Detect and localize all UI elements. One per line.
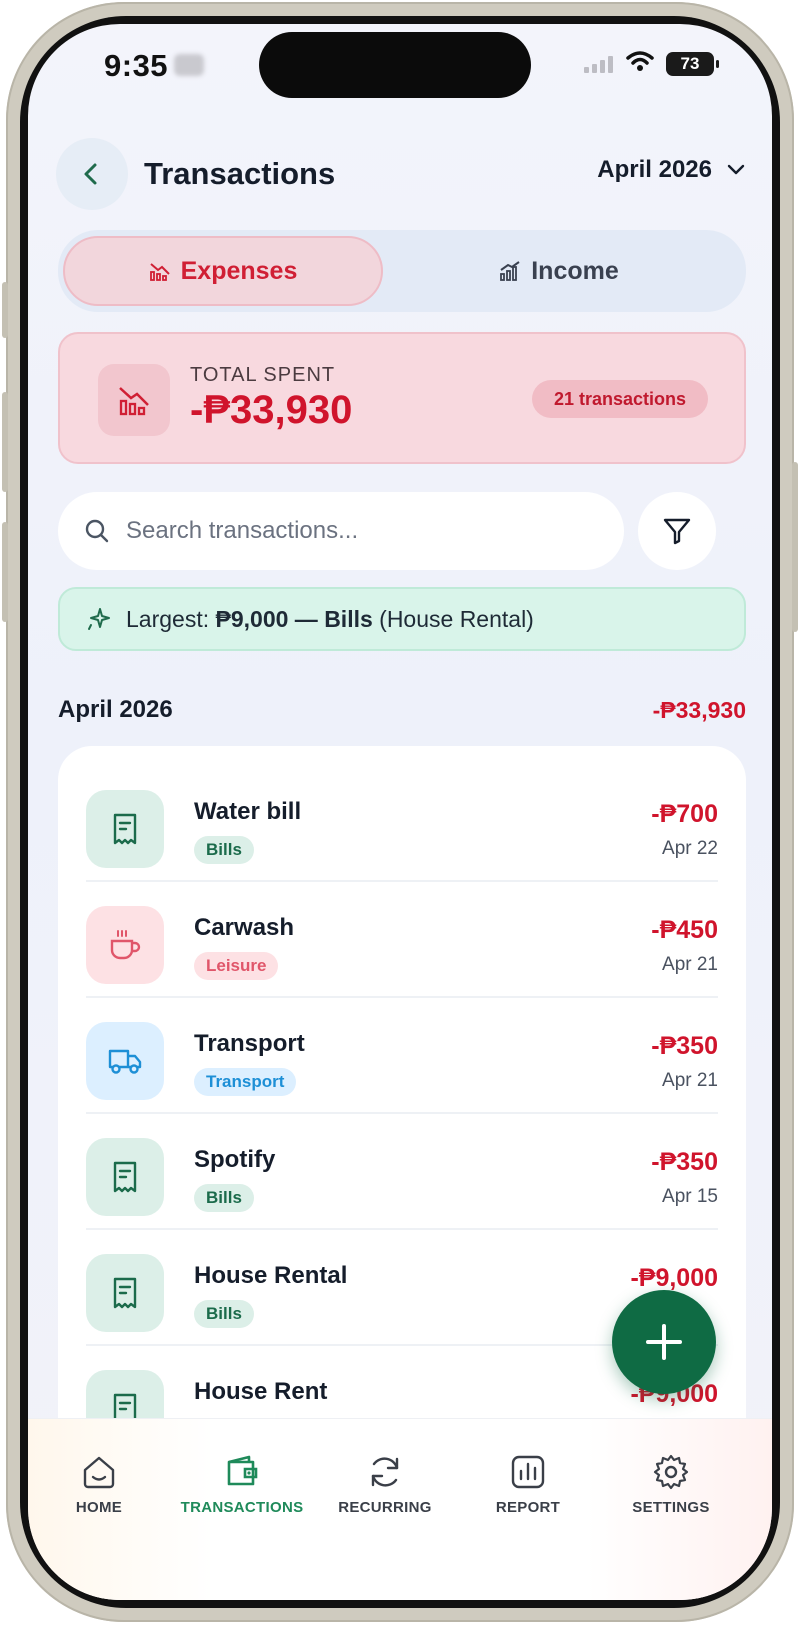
transaction-name: Carwash [194, 914, 295, 941]
nav-recurring[interactable]: RECURRING [325, 1453, 445, 1516]
dynamic-island [259, 32, 531, 98]
transaction-count-badge: 21 transactions [531, 380, 708, 418]
search-icon [85, 519, 109, 543]
tab-expenses[interactable]: Expenses [63, 236, 383, 306]
expense-chart-icon [98, 364, 170, 436]
nav-transactions-label: TRANSACTIONS [180, 1499, 304, 1516]
home-icon [83, 1456, 115, 1489]
largest-amount: ₱9,000 [215, 605, 289, 632]
largest-category: Bills [324, 605, 373, 632]
bottom-tab-bar: HOME TRANSACTIONS RECURRING REPORT SETTI… [28, 1418, 772, 1600]
transaction-name: Water bill [194, 798, 302, 825]
category-badge: Transport [194, 1068, 297, 1096]
page-title: Transactions [144, 156, 336, 191]
transaction-name: House Rental [194, 1262, 348, 1289]
transaction-name: House Rent [194, 1378, 328, 1405]
category-badge: Bills [194, 836, 254, 864]
transaction-name: Transport [194, 1030, 305, 1057]
section-month-label: April 2026 [58, 696, 173, 723]
section-month-total: -₱33,930 [652, 696, 746, 723]
wifi-icon [626, 50, 654, 77]
plus-icon [646, 1324, 682, 1360]
status-indicators: 73 [584, 50, 719, 77]
volume-up-button [2, 392, 8, 492]
nav-home-label: HOME [75, 1499, 123, 1516]
transaction-date: Apr 21 [662, 1070, 718, 1091]
nav-home[interactable]: HOME [39, 1453, 159, 1516]
refresh-icon [371, 1457, 399, 1487]
receipt-icon [86, 790, 164, 868]
search-bar [58, 492, 624, 570]
filter-button[interactable] [638, 492, 716, 570]
coffee-icon [86, 906, 164, 984]
largest-detail: (House Rental) [379, 605, 534, 632]
month-section-header: April 2026 -₱33,930 [58, 696, 746, 724]
category-badge: Bills [194, 1300, 254, 1328]
transaction-amount: -₱9,000 [630, 1264, 718, 1292]
receipt-icon [86, 1254, 164, 1332]
largest-expense-text: Largest: ₱9,000 — Bills (House Rental) [126, 606, 534, 633]
category-badge: Bills [194, 1184, 254, 1212]
type-segmented-control: Expenses Income [58, 230, 746, 312]
category-badge: Leisure [194, 952, 279, 980]
bar-chart-icon [511, 1455, 545, 1489]
total-spent-label: TOTAL SPENT [190, 364, 336, 386]
transaction-date: Apr 21 [662, 954, 718, 975]
transaction-amount: -₱350 [651, 1148, 718, 1176]
transaction-amount: -₱350 [651, 1032, 718, 1060]
chevron-left-icon [84, 163, 97, 185]
sparkle-icon [88, 608, 110, 630]
mute-switch [2, 282, 8, 338]
battery-icon: 73 [666, 51, 719, 76]
total-spent-card: TOTAL SPENT -₱33,930 21 transactions [58, 332, 746, 464]
trending-down-bars-icon [149, 263, 170, 281]
month-selector[interactable]: April 2026 [597, 156, 746, 184]
transaction-row[interactable]: Transport Transport -₱350 Apr 21 [86, 998, 718, 1114]
app-screen: 9:35 73 Transactions April 2026 Expenses… [28, 24, 772, 1600]
transaction-name: Spotify [194, 1146, 276, 1173]
gear-icon [653, 1454, 689, 1490]
add-transaction-button[interactable] [612, 1290, 716, 1394]
trending-up-bars-icon [500, 261, 520, 281]
nav-settings-label: SETTINGS [632, 1499, 710, 1516]
volume-down-button [2, 522, 8, 622]
transaction-row[interactable]: Water bill Bills -₱700 Apr 22 [86, 766, 718, 882]
month-selector-label: April 2026 [597, 156, 712, 183]
transaction-date: Apr 22 [662, 838, 718, 859]
tab-expenses-label: Expenses [180, 256, 298, 285]
status-notification-icon [174, 54, 204, 76]
page-header: Transactions April 2026 [56, 138, 746, 210]
largest-expense-banner: Largest: ₱9,000 — Bills (House Rental) [58, 587, 746, 651]
largest-separator: — [294, 605, 318, 632]
power-button [792, 462, 798, 632]
receipt-icon [86, 1138, 164, 1216]
nav-report-label: REPORT [495, 1499, 561, 1516]
search-input[interactable] [126, 517, 586, 545]
nav-report[interactable]: REPORT [468, 1453, 588, 1516]
transaction-amount: -₱700 [651, 800, 718, 828]
largest-prefix: Largest: [126, 605, 210, 632]
wallet-icon [227, 1455, 258, 1486]
transaction-row[interactable]: Spotify Bills -₱350 Apr 15 [86, 1114, 718, 1230]
nav-recurring-label: RECURRING [338, 1499, 432, 1516]
cellular-signal-icon [584, 55, 614, 73]
chevron-down-icon [727, 164, 745, 175]
transaction-row[interactable]: Carwash Leisure -₱450 Apr 21 [86, 882, 718, 998]
total-spent-amount: -₱33,930 [190, 388, 353, 432]
nav-settings[interactable]: SETTINGS [611, 1453, 731, 1516]
tab-income-label: Income [531, 256, 619, 285]
transaction-amount: -₱450 [651, 916, 718, 944]
tab-income[interactable]: Income [394, 236, 724, 306]
truck-icon [86, 1022, 164, 1100]
back-button[interactable] [56, 138, 128, 210]
transaction-date: Apr 15 [662, 1186, 718, 1207]
nav-transactions[interactable]: TRANSACTIONS [180, 1453, 304, 1516]
filter-icon [663, 518, 691, 545]
status-time: 9:35 [104, 48, 169, 83]
